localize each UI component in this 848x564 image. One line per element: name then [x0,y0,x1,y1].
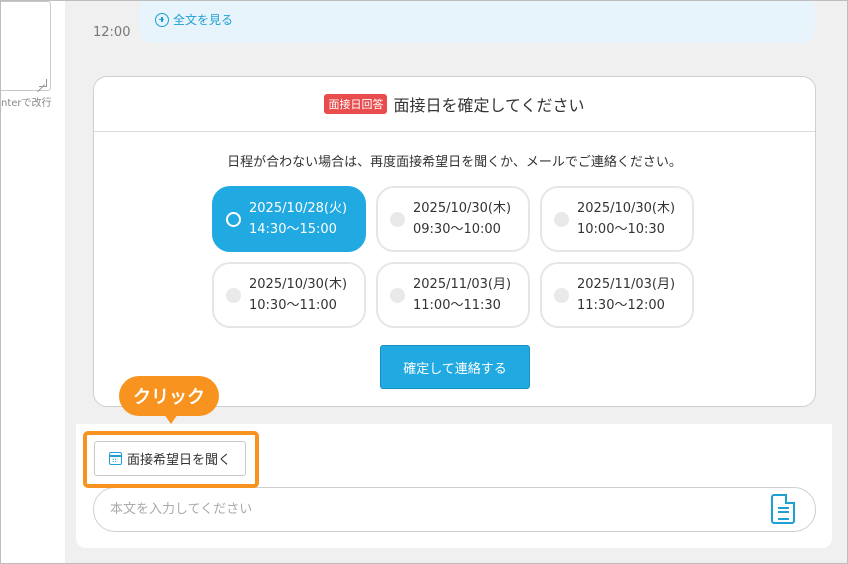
slot-time: 10:00〜10:30 [577,222,665,237]
callout-tail [164,414,178,424]
document-line [778,511,789,513]
message-time: 12:00 [93,25,131,40]
slot-time: 11:00〜11:30 [413,298,501,313]
app-frame: nterで改行 全文を見る 12:00 面接日回答 面接日を確定してください 日… [0,0,848,564]
message-input[interactable] [93,487,816,532]
slot-date: 2025/11/03(月) [413,277,512,292]
view-all-label: 全文を見る [173,13,234,27]
slot-text: 2025/10/28(火) 14:30〜15:00 [249,198,347,240]
slot-date: 2025/10/30(木) [577,201,676,216]
left-pane: nterで改行 [1,1,65,563]
radio-icon [554,211,569,227]
card-title: 面接日を確定してください [393,96,585,115]
slot-text: 2025/11/03(月) 11:00〜11:30 [413,274,511,316]
slot-text: 2025/10/30(木) 10:30〜11:00 [249,274,347,316]
enter-hint: nterで改行 [1,98,52,109]
slot-text: 2025/10/30(木) 10:00〜10:30 [577,198,675,240]
confirm-button[interactable]: 確定して連絡する [380,345,530,389]
slot-time: 14:30〜15:00 [249,222,337,237]
radio-icon [226,211,241,227]
radio-icon [554,287,569,303]
status-badge: 面接日回答 [324,94,388,114]
radio-icon [390,211,405,227]
slot-text: 2025/10/30(木) 09:30〜10:00 [413,198,511,240]
left-textarea[interactable] [1,1,51,91]
date-slot[interactable]: 2025/10/30(木) 09:30〜10:00 [376,186,530,252]
radio-icon [226,287,241,303]
date-slot[interactable]: 2025/11/03(月) 11:00〜11:30 [376,262,530,328]
view-all-link[interactable]: 全文を見る [155,11,233,28]
slot-text: 2025/11/03(月) 11:30〜12:00 [577,274,675,316]
highlight-box [83,431,259,488]
resize-grip-icon[interactable] [39,79,47,87]
date-slot[interactable]: 2025/10/30(木) 10:30〜11:00 [212,262,366,328]
radio-icon [390,287,405,303]
click-callout: クリック [119,376,219,416]
card-header: 面接日回答 面接日を確定してください [94,77,815,132]
interview-date-card: 面接日回答 面接日を確定してください 日程が合わない場合は、再度面接希望日を聞く… [93,76,816,407]
slot-time: 09:30〜10:00 [413,222,501,237]
slot-date: 2025/10/28(火) [249,201,348,216]
slot-date: 2025/11/03(月) [577,277,676,292]
card-note: 日程が合わない場合は、再度面接希望日を聞くか、メールでご連絡ください。 [227,155,682,170]
slot-date: 2025/10/30(木) [249,277,348,292]
plus-circle-icon [155,12,169,27]
document-icon[interactable] [771,494,795,524]
slot-time: 11:30〜12:00 [577,298,665,313]
date-slot[interactable]: 2025/10/30(木) 10:00〜10:30 [540,186,694,252]
date-slot[interactable]: 2025/10/28(火) 14:30〜15:00 [212,186,366,252]
previous-message-bubble: 全文を見る [139,1,815,43]
date-slot[interactable]: 2025/11/03(月) 11:30〜12:00 [540,262,694,328]
slot-time: 10:30〜11:00 [249,298,337,313]
slot-date: 2025/10/30(木) [413,201,512,216]
